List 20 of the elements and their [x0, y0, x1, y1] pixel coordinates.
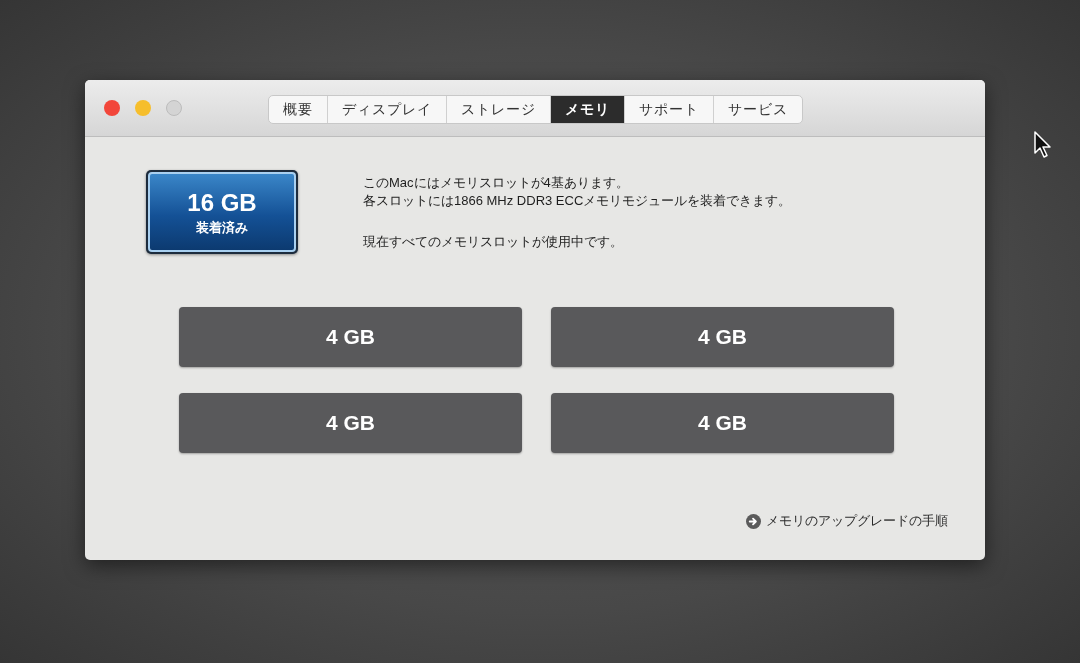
memory-slot: 4 GB — [179, 307, 522, 367]
tab[interactable]: 概要 — [268, 95, 327, 123]
tab[interactable]: メモリ — [549, 95, 624, 123]
tab[interactable]: サービス — [712, 95, 802, 123]
close-button[interactable] — [104, 100, 120, 116]
memory-slot: 4 GB — [551, 393, 894, 453]
tab[interactable]: サポート — [623, 95, 713, 123]
mouse-pointer-icon — [1034, 131, 1052, 158]
tab[interactable]: ストレージ — [445, 95, 550, 123]
arrow-circle-icon — [746, 513, 761, 529]
tab[interactable]: ディスプレイ — [326, 95, 446, 123]
slot-status-text: 現在すべてのメモリスロットが使用中です。 — [363, 233, 624, 251]
memory-slot: 4 GB — [179, 393, 522, 453]
memory-size: 16 GB — [187, 190, 257, 215]
minimize-button[interactable] — [135, 100, 151, 116]
description-text: このMacにはメモリスロットが4基あります。 — [363, 174, 630, 192]
memory-slot: 4 GB — [551, 307, 894, 367]
description-text: 各スロットには1866 MHz DDR3 ECCメモリモジュールを装着できます。 — [363, 192, 792, 210]
upgrade-instructions-link[interactable]: メモリのアップグレードの手順 — [746, 512, 948, 530]
memory-label: 装着済み — [196, 220, 248, 234]
